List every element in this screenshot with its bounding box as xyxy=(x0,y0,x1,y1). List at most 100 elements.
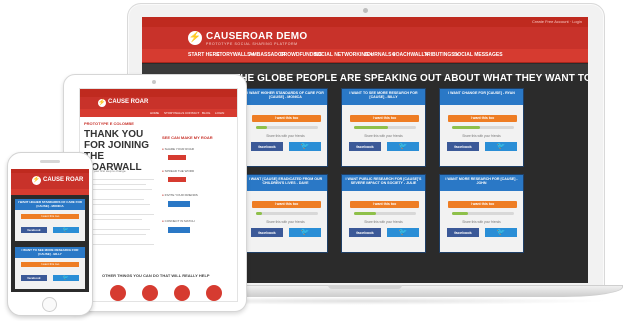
placeholder-line xyxy=(84,244,154,245)
support-progress-fill xyxy=(452,212,468,215)
step-label: SHARE YOUR ROAR xyxy=(164,147,194,151)
facebook-share-button[interactable]: facebook xyxy=(447,228,479,237)
card-title[interactable]: I WANT HIGHER STANDARDS OF CARE FOR [CAU… xyxy=(244,89,327,105)
facebook-share-button[interactable]: facebook xyxy=(251,228,283,237)
roar-card: I WANT MORE RESEARCH FOR [CAUSE] - JOHN … xyxy=(439,174,524,253)
share-text: Share this with your friends xyxy=(266,134,305,138)
step-label: SPREAD THE WORD xyxy=(164,169,195,173)
phone-brand-name[interactable]: CAUSE ROAR xyxy=(43,177,83,183)
card-title[interactable]: I WANT MORE RESEARCH FOR [CAUSE] - JOHN xyxy=(440,175,523,191)
placeholder-line xyxy=(84,189,152,190)
roar-card: I WANT PUBLIC RESEARCH FOR [CAUSE]'S SEV… xyxy=(341,174,426,253)
nav-social-messages[interactable]: SOCIAL MESSAGES xyxy=(454,52,503,58)
phone-home-button[interactable] xyxy=(42,297,57,312)
card-title[interactable]: I WANT HIGHER STANDARDS OF CARE FOR [CAU… xyxy=(15,199,85,210)
bolt-logo-icon: ⚡ xyxy=(98,99,106,107)
facebook-share-button[interactable]: facebook xyxy=(447,142,479,151)
facebook-share-button[interactable]: facebook xyxy=(21,227,47,233)
thank-you-heading: THANK YOU FOR JOINING THE ROARWALL xyxy=(84,129,150,173)
twitter-bird-icon[interactable]: 🐦 xyxy=(53,275,79,281)
support-progress xyxy=(256,126,318,129)
want-this-button[interactable]: I want this too xyxy=(448,201,517,208)
want-this-button[interactable]: I want this too xyxy=(21,262,79,267)
tablet-nav-contact[interactable]: CONTACT xyxy=(185,111,199,115)
spread-word-button[interactable] xyxy=(168,177,186,182)
tablet-top-strip xyxy=(80,89,237,97)
share-text: Share this with your friends xyxy=(462,220,501,224)
step-spread: ● SPREAD THE WORD xyxy=(162,169,195,173)
connect-button[interactable] xyxy=(168,227,190,233)
placeholder-line xyxy=(84,199,144,200)
phone-speaker xyxy=(40,160,60,163)
want-this-button[interactable]: I want this too xyxy=(448,115,517,122)
invite-friends-button[interactable] xyxy=(168,201,190,207)
other-things-heading: OTHER THINGS YOU CAN DO THAT WILL REALLY… xyxy=(102,273,210,278)
twitter-bird-icon[interactable]: 🐦 xyxy=(53,227,79,233)
step-share: ● SHARE YOUR ROAR xyxy=(162,147,194,151)
card-title[interactable]: I WANT TO SEE MORE RESEARCH FOR [CAUSE] … xyxy=(342,89,425,105)
support-progress xyxy=(452,212,514,215)
phone-roar-card: I WANT HIGHER STANDARDS OF CARE FOR [CAU… xyxy=(15,199,85,241)
tablet-nav-home[interactable]: HOME xyxy=(150,111,159,115)
main-nav: START HERE STORYWALLS ▾ AMBASSADOR CROWD… xyxy=(142,49,588,63)
card-title[interactable]: I WANT TO SEE MORE RESEARCH FOR [CAUSE] … xyxy=(15,247,85,258)
facebook-share-button[interactable]: facebook xyxy=(349,228,381,237)
nav-start-here[interactable]: START HERE xyxy=(188,52,220,58)
support-progress-fill xyxy=(452,126,480,129)
facebook-share-button[interactable]: facebook xyxy=(251,142,283,151)
tablet-brand-name[interactable]: CAUSE ROAR xyxy=(108,99,148,105)
brand-name[interactable]: CAUSEROAR DEMO xyxy=(206,31,307,42)
tablet-nav-blog[interactable]: BLOG xyxy=(202,111,210,115)
roar-card: I WANT HIGHER STANDARDS OF CARE FOR [CAU… xyxy=(243,88,328,167)
tablet-nav-storywalls[interactable]: STORYWALLS xyxy=(164,111,184,115)
step-connect: ● CONNECT IN MATCH xyxy=(162,219,195,223)
roar-card: I WANT CHANGE FOR [CAUSE] - RYAN I want … xyxy=(439,88,524,167)
phone-nav[interactable] xyxy=(11,189,89,195)
facebook-share-button[interactable]: facebook xyxy=(21,275,47,281)
laptop-camera xyxy=(363,8,368,13)
card-title[interactable]: I WANT [CAUSE] ERADICATED FROM OUR CHILD… xyxy=(244,175,327,191)
placeholder-line xyxy=(84,214,154,215)
help-option-icon[interactable] xyxy=(142,285,158,301)
bolt-logo-icon: ⚡ xyxy=(188,31,202,45)
share-text: Share this with your friends xyxy=(462,134,501,138)
twitter-bird-icon[interactable]: 🐦 xyxy=(387,228,419,237)
help-option-icon[interactable] xyxy=(110,285,126,301)
phone-roar-card: I WANT TO SEE MORE RESEARCH FOR [CAUSE] … xyxy=(15,247,85,289)
step-label: INVITE YOUR FRIENDS xyxy=(164,193,198,197)
want-this-button[interactable]: I want this too xyxy=(350,115,419,122)
twitter-bird-icon[interactable]: 🐦 xyxy=(289,142,321,151)
tablet-screen: ⚡ CAUSE ROAR HOME STORYWALLS CONTACT BLO… xyxy=(79,88,238,302)
twitter-bird-icon[interactable]: 🐦 xyxy=(485,228,517,237)
placeholder-line xyxy=(84,179,154,180)
tablet-camera xyxy=(152,80,156,84)
twitter-bird-icon[interactable]: 🐦 xyxy=(289,228,321,237)
share-text: Share this with your friends xyxy=(364,220,403,224)
phone-screen: ⚡ CAUSE ROAR I WANT HIGHER STANDARDS OF … xyxy=(11,169,89,292)
help-option-icon[interactable] xyxy=(174,285,190,301)
twitter-bird-icon[interactable]: 🐦 xyxy=(387,142,419,151)
card-title[interactable]: I WANT CHANGE FOR [CAUSE] - RYAN xyxy=(440,89,523,105)
nav-journals[interactable]: JOURNALS ▾ xyxy=(364,52,395,58)
want-this-button[interactable]: I want this too xyxy=(350,201,419,208)
help-option-icon[interactable] xyxy=(206,285,222,301)
nav-coachwall[interactable]: COACHWALL ▾ xyxy=(392,52,428,58)
support-progress-fill xyxy=(354,212,376,215)
want-this-button[interactable]: I want this too xyxy=(252,201,321,208)
roar-options-title: SEE CAN MAKE MY ROAR xyxy=(162,135,213,140)
top-links[interactable]: Create Free Account · Login xyxy=(532,19,582,24)
card-title[interactable]: I WANT PUBLIC RESEARCH FOR [CAUSE]'S SEV… xyxy=(342,175,425,191)
facebook-share-button[interactable]: facebook xyxy=(349,142,381,151)
share-roar-button[interactable] xyxy=(168,155,186,160)
laptop-notch xyxy=(328,285,402,289)
want-this-button[interactable]: I want this too xyxy=(21,214,79,219)
placeholder-line xyxy=(84,204,150,205)
tablet-nav: HOME STORYWALLS CONTACT BLOG LOGIN xyxy=(80,109,237,117)
roar-card: I WANT TO SEE MORE RESEARCH FOR [CAUSE] … xyxy=(341,88,426,167)
support-progress-fill xyxy=(354,126,389,129)
want-this-button[interactable]: I want this too xyxy=(252,115,321,122)
tablet-nav-login[interactable]: LOGIN xyxy=(215,111,224,115)
twitter-bird-icon[interactable]: 🐦 xyxy=(485,142,517,151)
support-progress xyxy=(256,212,318,215)
page-headline: THE GLOBE PEOPLE ARE SPEAKING OUT ABOUT … xyxy=(234,73,588,84)
